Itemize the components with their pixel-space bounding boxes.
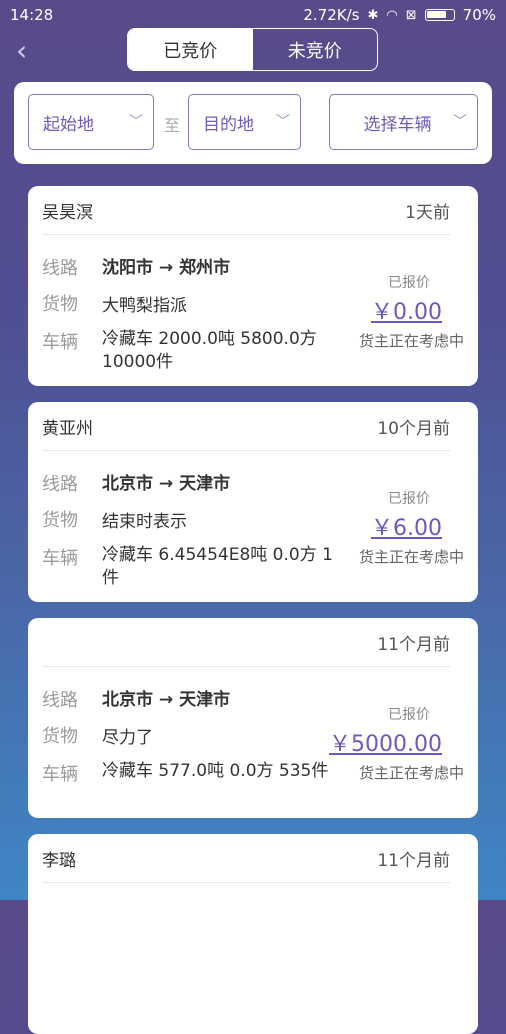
status-right: 2.72K/s ✱ ◠ ⊠ 70% (303, 6, 496, 24)
destination-select[interactable]: 目的地 ﹀ (188, 94, 301, 150)
posted-time: 11个月前 (377, 634, 450, 655)
battery-percent: 70% (462, 6, 496, 24)
vehicle-label: 车辆 (42, 548, 78, 569)
bid-label: 已报价 (388, 275, 430, 291)
vehicle-value: 冷藏车 577.0吨 0.0方 535件 (102, 761, 329, 781)
bid-price[interactable]: ￥6.00 (371, 510, 442, 542)
bid-tabs: 已竞价 未竞价 (127, 28, 378, 71)
vehicle-value: 冷藏车 6.45454E8吨 0.0方 1件 (102, 545, 333, 588)
origin-select-label: 起始地 (43, 114, 94, 135)
network-speed: 2.72K/s (303, 6, 360, 24)
battery-icon (424, 9, 455, 21)
card-header: 黄亚州 10个月前 (42, 402, 450, 451)
wifi-icon: ◠ (386, 7, 398, 23)
bid-card[interactable]: 李璐 11个月前 (28, 834, 478, 1034)
card-header: 李璐 11个月前 (42, 834, 450, 883)
sim-icon: ⊠ (405, 7, 417, 23)
card-header: 11个月前 (42, 618, 450, 667)
route-label: 线路 (42, 474, 78, 495)
shipper-name: 李璐 (42, 850, 76, 871)
tab-not-bidded[interactable]: 未竞价 (253, 29, 378, 70)
arrow-right-icon: → (158, 690, 174, 710)
route-from: 北京市 (102, 690, 153, 710)
filter-bar: 起始地 ﹀ 至 目的地 ﹀ 选择车辆 ﹀ (14, 82, 492, 164)
cargo-label: 货物 (42, 510, 78, 531)
bid-label: 已报价 (388, 707, 430, 723)
bid-status: 货主正在考虑中 (358, 764, 464, 782)
shipper-name: 黄亚州 (42, 418, 93, 439)
chevron-down-icon: ﹀ (129, 114, 143, 130)
arrow-right-icon: → (158, 474, 174, 494)
status-bar: 14:28 2.72K/s ✱ ◠ ⊠ 70% (0, 0, 506, 30)
route-value: 北京市 → 天津市 (102, 685, 230, 710)
cargo-label: 货物 (42, 294, 78, 315)
status-time: 14:28 (10, 6, 54, 24)
back-button[interactable]: ‹ (16, 36, 46, 66)
chevron-down-icon: ﹀ (276, 114, 290, 130)
vehicle-label: 车辆 (42, 332, 78, 353)
bid-label: 已报价 (388, 491, 430, 507)
posted-time: 10个月前 (377, 418, 450, 439)
shipper-name: 吴昊溟 (42, 202, 93, 223)
posted-time: 1天前 (405, 202, 450, 223)
bid-card[interactable]: 黄亚州 10个月前 线路 北京市 → 天津市 货物 结束时表示 车辆 冷藏车 6… (28, 402, 478, 602)
bluetooth-icon: ✱ (367, 7, 379, 23)
route-to: 郑州市 (179, 258, 231, 278)
vehicle-select[interactable]: 选择车辆 ﹀ (329, 94, 478, 150)
card-header: 吴昊溟 1天前 (42, 186, 450, 235)
bid-card[interactable]: 吴昊溟 1天前 线路 沈阳市 → 郑州市 货物 大鸭梨指派 车辆 冷藏车 200… (28, 186, 478, 386)
bid-price[interactable]: ￥5000.00 (329, 726, 442, 758)
vehicle-label: 车辆 (42, 764, 78, 785)
bid-status: 货主正在考虑中 (358, 548, 464, 566)
tab-bidded[interactable]: 已竞价 (128, 29, 253, 70)
cargo-label: 货物 (42, 726, 78, 747)
bid-status: 货主正在考虑中 (358, 332, 464, 350)
cargo-value: 结束时表示 (102, 512, 187, 532)
chevron-left-icon: ‹ (16, 34, 28, 67)
vehicle-select-label: 选择车辆 (363, 114, 432, 135)
route-from: 北京市 (102, 474, 153, 494)
cargo-value: 尽力了 (102, 728, 153, 748)
destination-select-label: 目的地 (203, 114, 254, 135)
origin-select[interactable]: 起始地 ﹀ (28, 94, 154, 150)
arrow-right-icon: → (158, 258, 174, 278)
to-label: 至 (163, 116, 180, 135)
route-label: 线路 (42, 690, 78, 711)
chevron-down-icon: ﹀ (453, 114, 467, 130)
posted-time: 11个月前 (377, 850, 450, 871)
route-value: 北京市 → 天津市 (102, 469, 230, 494)
vehicle-value: 冷藏车 2000.0吨 5800.0方 10000件 (102, 329, 317, 372)
route-label: 线路 (42, 258, 78, 279)
bid-card[interactable]: 11个月前 线路 北京市 → 天津市 货物 尽力了 车辆 冷藏车 577.0吨 … (28, 618, 478, 818)
bid-price[interactable]: ￥0.00 (371, 294, 442, 326)
route-to: 天津市 (179, 690, 231, 710)
route-to: 天津市 (179, 474, 231, 494)
route-value: 沈阳市 → 郑州市 (102, 253, 230, 278)
route-from: 沈阳市 (102, 258, 153, 278)
cargo-value: 大鸭梨指派 (102, 296, 187, 316)
